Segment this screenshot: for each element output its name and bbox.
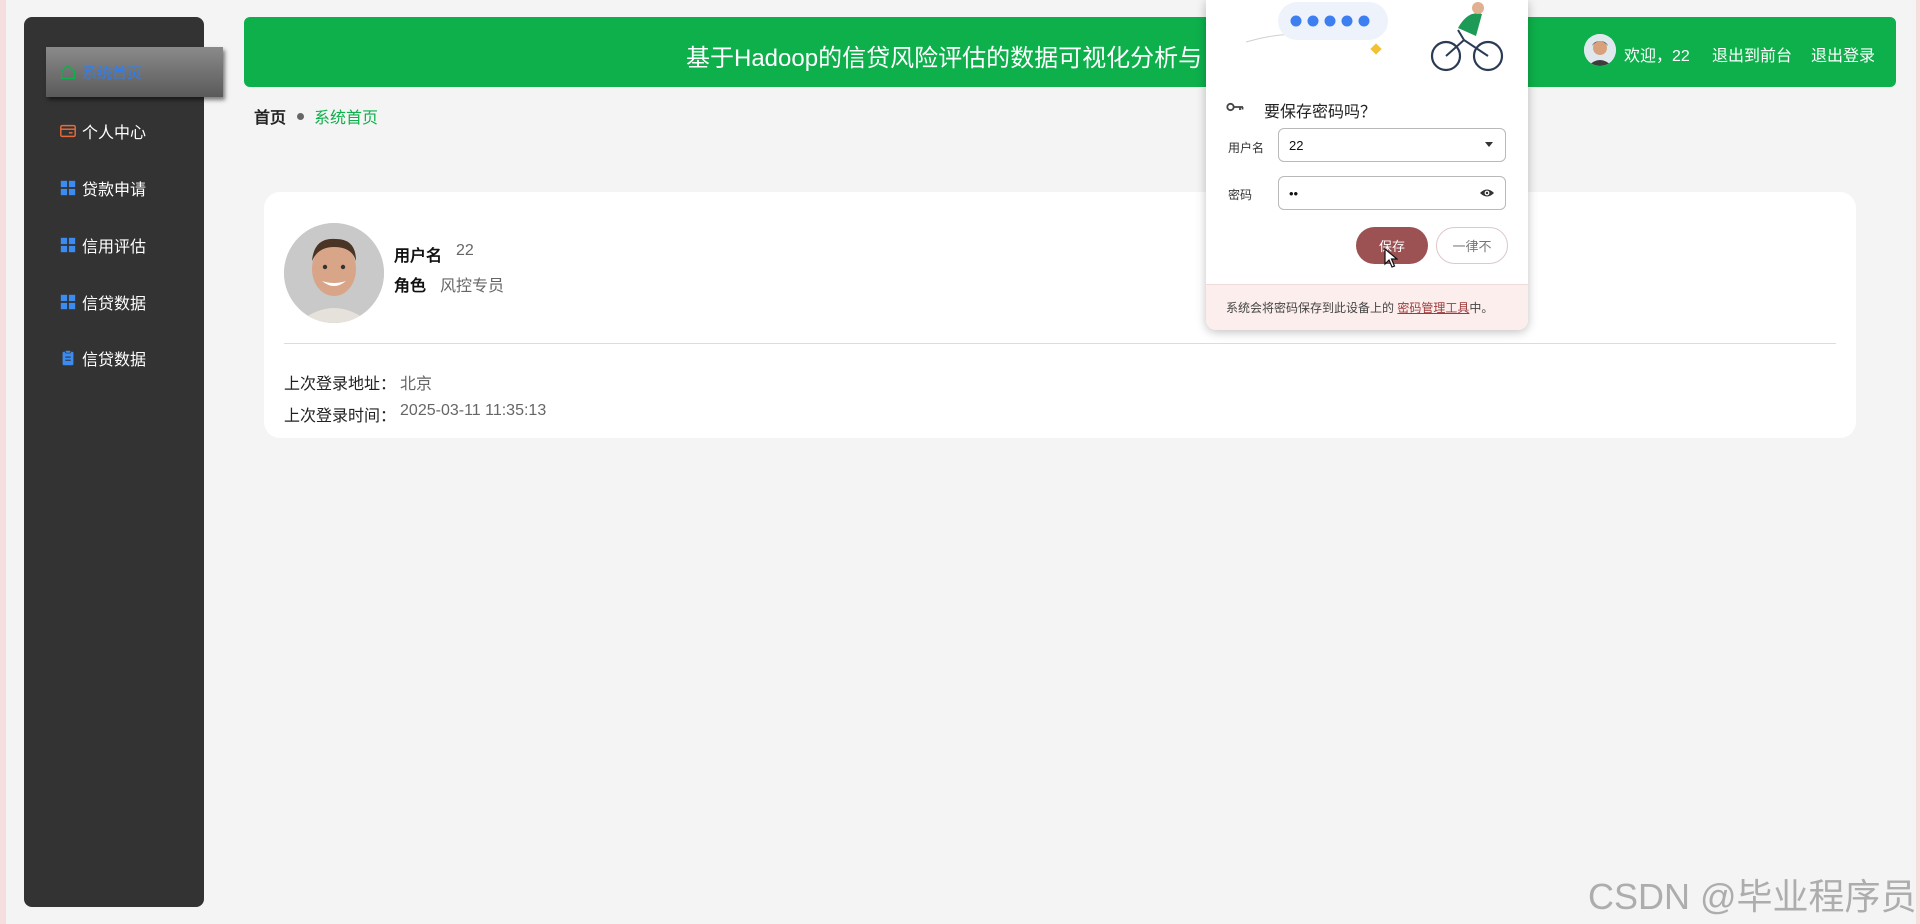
username-value: 22: [456, 242, 474, 259]
last-login-address-row: 上次登录地址： 北京: [284, 370, 432, 394]
profile-avatar: [284, 223, 384, 323]
grid-icon: [58, 178, 78, 198]
home-icon: [58, 62, 78, 82]
sidebar-item-profile[interactable]: 个人中心: [24, 107, 204, 155]
popup-footer-text: 系统会将密码保存到此设备上的: [1226, 301, 1395, 315]
top-header: 基于Hadoop的信贷风险评估的数据可视化分析与 欢迎，22 退出到前台 退出登…: [244, 17, 1896, 87]
clipboard-icon: [58, 348, 78, 368]
popup-footer: 系统会将密码保存到此设备上的 密码管理工具中。: [1206, 284, 1528, 330]
password-manager-link[interactable]: 密码管理工具: [1397, 301, 1469, 315]
breadcrumb: 首页 系统首页: [254, 104, 378, 128]
sidebar-item-loan-apply[interactable]: 贷款申请: [24, 164, 204, 212]
logout-link[interactable]: 退出登录: [1811, 42, 1875, 66]
sidebar: 系统首页 个人中心 贷款申请 信用评估 信贷数据 信贷数据: [24, 17, 223, 907]
last-login-address-value: 北京: [400, 376, 433, 393]
card-icon: [58, 121, 78, 141]
last-login-address-label: 上次登录地址：: [284, 376, 397, 393]
breadcrumb-separator: [297, 112, 305, 120]
sidebar-item-label: 贷款申请: [82, 182, 147, 199]
role-value: 风控专员: [440, 278, 505, 295]
page-title: 基于Hadoop的信贷风险评估的数据可视化分析与: [686, 45, 1203, 72]
sidebar-item-label: 信贷数据: [82, 296, 147, 313]
exit-to-front-link[interactable]: 退出到前台: [1712, 42, 1792, 66]
breadcrumb-home[interactable]: 首页: [254, 104, 286, 128]
sidebar-item-label: 信贷数据: [82, 352, 147, 369]
never-save-button[interactable]: 一律不: [1436, 227, 1508, 264]
popup-password-field[interactable]: ••: [1278, 176, 1506, 210]
breadcrumb-current: 系统首页: [314, 110, 379, 127]
popup-footer-suffix: 中。: [1469, 301, 1494, 315]
save-password-popup: 要保存密码吗？ 用户名 22 密码 •• 保存 一律不 系统会将密码保存到此设备…: [1206, 0, 1528, 330]
left-edge-strip: [0, 0, 6, 924]
avatar[interactable]: [1584, 34, 1616, 66]
watermark: CSDN @毕业程序员: [1588, 876, 1917, 917]
username-row: 用户名 22: [394, 242, 474, 266]
welcome-text: 欢迎，22: [1624, 48, 1690, 65]
sidebar-item-label: 系统首页: [82, 64, 143, 82]
sidebar-item-label: 个人中心: [82, 125, 147, 142]
popup-username-label: 用户名: [1228, 141, 1265, 155]
key-icon: [1226, 102, 1244, 112]
last-login-time-row: 上次登录时间： 2025-03-11 11:35:13: [284, 402, 546, 426]
popup-password-label: 密码: [1228, 188, 1253, 202]
username-label: 用户名: [394, 248, 443, 265]
divider: [284, 343, 1836, 344]
role-label: 角色: [394, 278, 427, 295]
mouse-cursor-icon: [1384, 248, 1398, 268]
popup-username-value: 22: [1289, 137, 1304, 153]
eye-icon[interactable]: [1479, 186, 1495, 200]
role-row: 角色 风控专员: [394, 272, 504, 296]
chevron-down-icon[interactable]: [1485, 142, 1493, 147]
profile-card: 用户名 22 角色 风控专员 上次登录地址： 北京 上次登录时间： 2025-0…: [264, 192, 1856, 438]
sidebar-item-credit-data[interactable]: 信贷数据: [24, 278, 204, 326]
sidebar-item-credit-eval[interactable]: 信用评估: [24, 221, 204, 269]
sidebar-item-home[interactable]: 系统首页: [46, 47, 223, 97]
last-login-time-value: 2025-03-11 11:35:13: [400, 402, 547, 419]
password-illustration: [1245, 2, 1504, 72]
popup-username-field[interactable]: 22: [1278, 128, 1506, 162]
sidebar-item-credit-data-2[interactable]: 信贷数据: [24, 334, 204, 382]
popup-password-value: ••: [1289, 185, 1299, 201]
sidebar-item-label: 信用评估: [82, 239, 147, 256]
popup-heading: 要保存密码吗？: [1264, 104, 1377, 121]
right-edge-strip: [1916, 0, 1920, 924]
grid-icon: [58, 235, 78, 255]
last-login-time-label: 上次登录时间：: [284, 408, 397, 425]
grid-icon: [58, 292, 78, 312]
